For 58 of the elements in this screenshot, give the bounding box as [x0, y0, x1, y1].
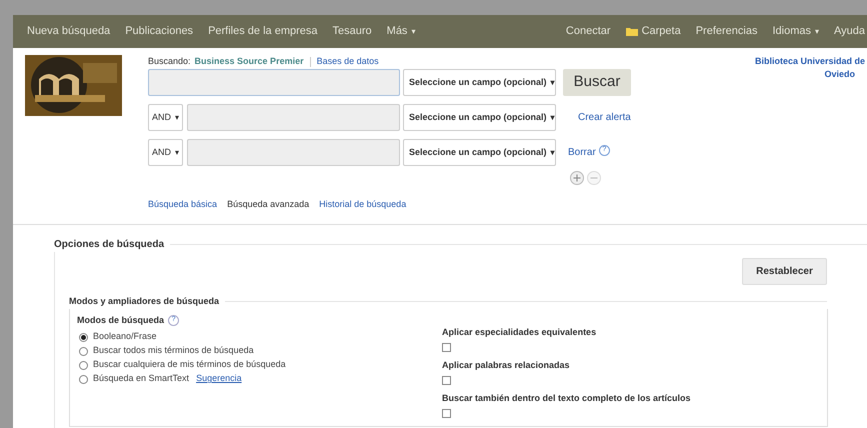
radio-label: Booleano/Frase: [93, 330, 157, 344]
option-label: Buscar también dentro del texto completo de los artículos: [442, 392, 691, 405]
nav-link[interactable]: Ayuda: [834, 23, 865, 40]
search-mode-link[interactable]: Historial de búsqueda: [319, 198, 406, 212]
nav-link[interactable]: Perfiles de la empresa: [208, 23, 318, 40]
radio-button[interactable]: [79, 332, 88, 342]
nav-link[interactable]: Más ▾: [386, 23, 416, 40]
search-input[interactable]: [187, 104, 400, 131]
radio-label: Buscar todos mis términos de búsqueda: [93, 344, 254, 358]
searching-label: Buscando:: [148, 55, 191, 68]
folder-icon: [626, 27, 638, 36]
group-title: Modos y ampliadores de búsqueda: [69, 295, 220, 308]
reset-button[interactable]: Restablecer: [742, 258, 827, 285]
add-row-icon[interactable]: [570, 171, 584, 185]
search-input[interactable]: [187, 139, 400, 166]
nav-link[interactable]: Conectar: [566, 23, 611, 40]
databases-link[interactable]: Bases de datos: [316, 55, 379, 69]
modes-title: Modos de búsqueda: [77, 314, 164, 327]
operator-select[interactable]: AND ▾: [148, 139, 183, 166]
caret-icon: ▾: [175, 146, 179, 158]
nav-link[interactable]: Tesauro: [332, 23, 372, 40]
nav-link[interactable]: Preferencias: [696, 23, 758, 40]
checkbox[interactable]: [442, 343, 451, 352]
search-mode-link[interactable]: Búsqueda básica: [148, 198, 218, 212]
radio-label: Buscar cualquiera de mis términos de búsqueda: [93, 358, 286, 372]
search-input[interactable]: [148, 69, 400, 96]
field-select[interactable]: Seleccione un campo (opcional) ▾: [403, 104, 556, 131]
caret-icon: ▾: [550, 76, 555, 88]
caret-icon: ▾: [411, 26, 416, 38]
option-label: Aplicar palabras relacionadas: [442, 358, 571, 372]
field-select[interactable]: Seleccione un campo (opcional) ▾: [403, 139, 556, 166]
caret-icon: ▾: [175, 112, 179, 124]
radio-button[interactable]: [79, 346, 88, 356]
radio-button[interactable]: [79, 360, 88, 370]
section-title: Opciones de búsqueda: [54, 238, 164, 252]
caret-icon: ▾: [550, 112, 555, 124]
checkbox[interactable]: [442, 409, 451, 418]
radio-label: Búsqueda en SmartText: [93, 372, 190, 386]
field-select[interactable]: Seleccione un campo (opcional) ▾: [403, 69, 556, 96]
nav-link[interactable]: Nueva búsqueda: [27, 23, 110, 40]
radio-button[interactable]: [79, 374, 88, 384]
library-name[interactable]: Biblioteca Universidad de: [754, 55, 865, 68]
option-label: Aplicar especialidades equivalentes: [442, 326, 598, 339]
clear-link[interactable]: Borrar: [568, 145, 596, 160]
create-alert-link[interactable]: Crear alerta: [578, 110, 631, 125]
nav-link[interactable]: Carpeta: [626, 23, 681, 40]
caret-icon: ▾: [815, 26, 819, 38]
nav-link[interactable]: Publicaciones: [125, 23, 194, 40]
checkbox[interactable]: [442, 376, 451, 385]
suggestion-link[interactable]: Sugerencia: [196, 372, 242, 386]
caret-icon: ▾: [550, 146, 555, 158]
database-name: Business Source Premier: [194, 55, 304, 68]
search-button[interactable]: Buscar: [563, 69, 631, 96]
remove-row-icon[interactable]: [587, 171, 601, 185]
library-name[interactable]: Oviedo: [824, 68, 855, 81]
search-mode-link[interactable]: Búsqueda avanzada: [227, 198, 310, 212]
operator-select[interactable]: AND ▾: [148, 104, 183, 131]
nav-link[interactable]: Idiomas ▾: [772, 23, 819, 40]
